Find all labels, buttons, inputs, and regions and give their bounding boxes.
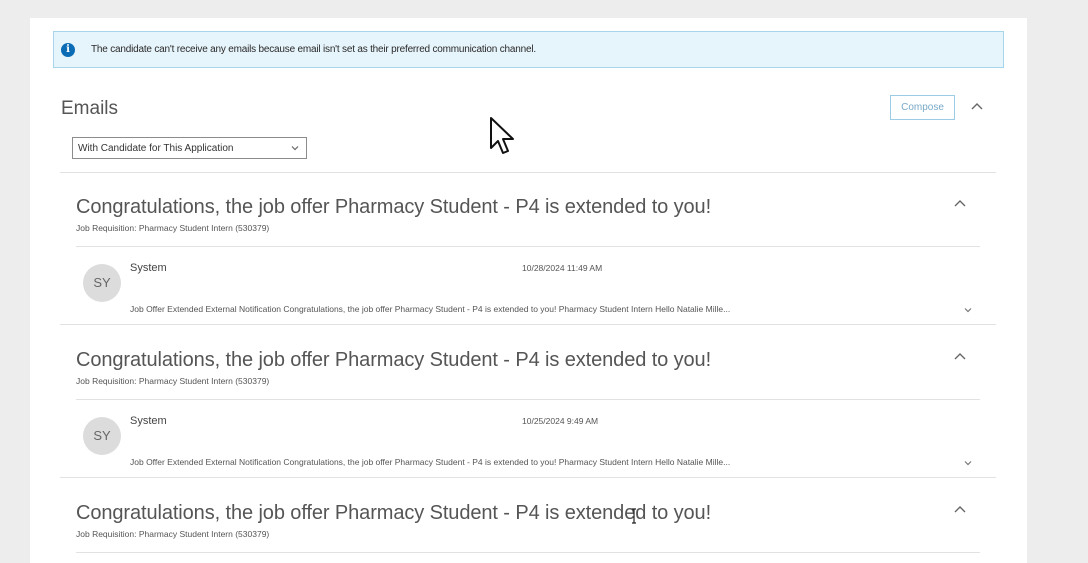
divider	[60, 172, 996, 173]
sender-name: System	[130, 262, 167, 274]
job-requisition: Job Requisition: Pharmacy Student Intern…	[76, 223, 270, 233]
email-filter-select[interactable]: With Candidate for This Application	[72, 137, 307, 159]
text-cursor-icon	[632, 508, 636, 524]
info-banner-text: The candidate can't receive any emails b…	[91, 44, 536, 55]
email-thread: Congratulations, the job offer Pharmacy …	[30, 349, 1027, 502]
email-filter-selected-value: With Candidate for This Application	[78, 142, 234, 154]
email-timestamp: 10/28/2024 11:49 AM	[522, 263, 603, 273]
emails-section-title: Emails	[61, 98, 119, 119]
email-subject[interactable]: Congratulations, the job offer Pharmacy …	[76, 196, 711, 219]
email-subject[interactable]: Congratulations, the job offer Pharmacy …	[76, 502, 711, 525]
collapse-emails-chevron-up-icon[interactable]	[971, 101, 983, 113]
chevron-down-icon	[290, 143, 300, 156]
collapse-thread-chevron-up-icon[interactable]	[954, 351, 966, 363]
compose-button[interactable]: Compose	[890, 95, 955, 120]
info-banner: i The candidate can't receive any emails…	[53, 31, 1004, 68]
avatar: SY	[83, 264, 121, 302]
divider	[60, 477, 996, 478]
mouse-pointer-icon	[490, 117, 514, 154]
divider	[60, 324, 996, 325]
info-icon: i	[61, 42, 75, 57]
divider	[76, 552, 980, 553]
email-subject[interactable]: Congratulations, the job offer Pharmacy …	[76, 349, 711, 372]
email-timestamp: 10/25/2024 9:49 AM	[522, 416, 599, 426]
expand-message-chevron-down-icon[interactable]	[963, 305, 973, 315]
avatar: SY	[83, 417, 121, 455]
sender-name: System	[130, 415, 167, 427]
divider	[76, 246, 980, 247]
email-preview[interactable]: Job Offer Extended External Notification…	[130, 457, 846, 467]
job-requisition: Job Requisition: Pharmacy Student Intern…	[76, 376, 270, 386]
emails-panel: i The candidate can't receive any emails…	[30, 18, 1027, 563]
email-preview[interactable]: Job Offer Extended External Notification…	[130, 304, 846, 314]
collapse-thread-chevron-up-icon[interactable]	[954, 198, 966, 210]
email-thread: Congratulations, the job offer Pharmacy …	[30, 196, 1027, 349]
collapse-thread-chevron-up-icon[interactable]	[954, 504, 966, 516]
divider	[76, 399, 980, 400]
expand-message-chevron-down-icon[interactable]	[963, 458, 973, 468]
job-requisition: Job Requisition: Pharmacy Student Intern…	[76, 529, 270, 539]
email-thread: Congratulations, the job offer Pharmacy …	[30, 502, 1027, 563]
